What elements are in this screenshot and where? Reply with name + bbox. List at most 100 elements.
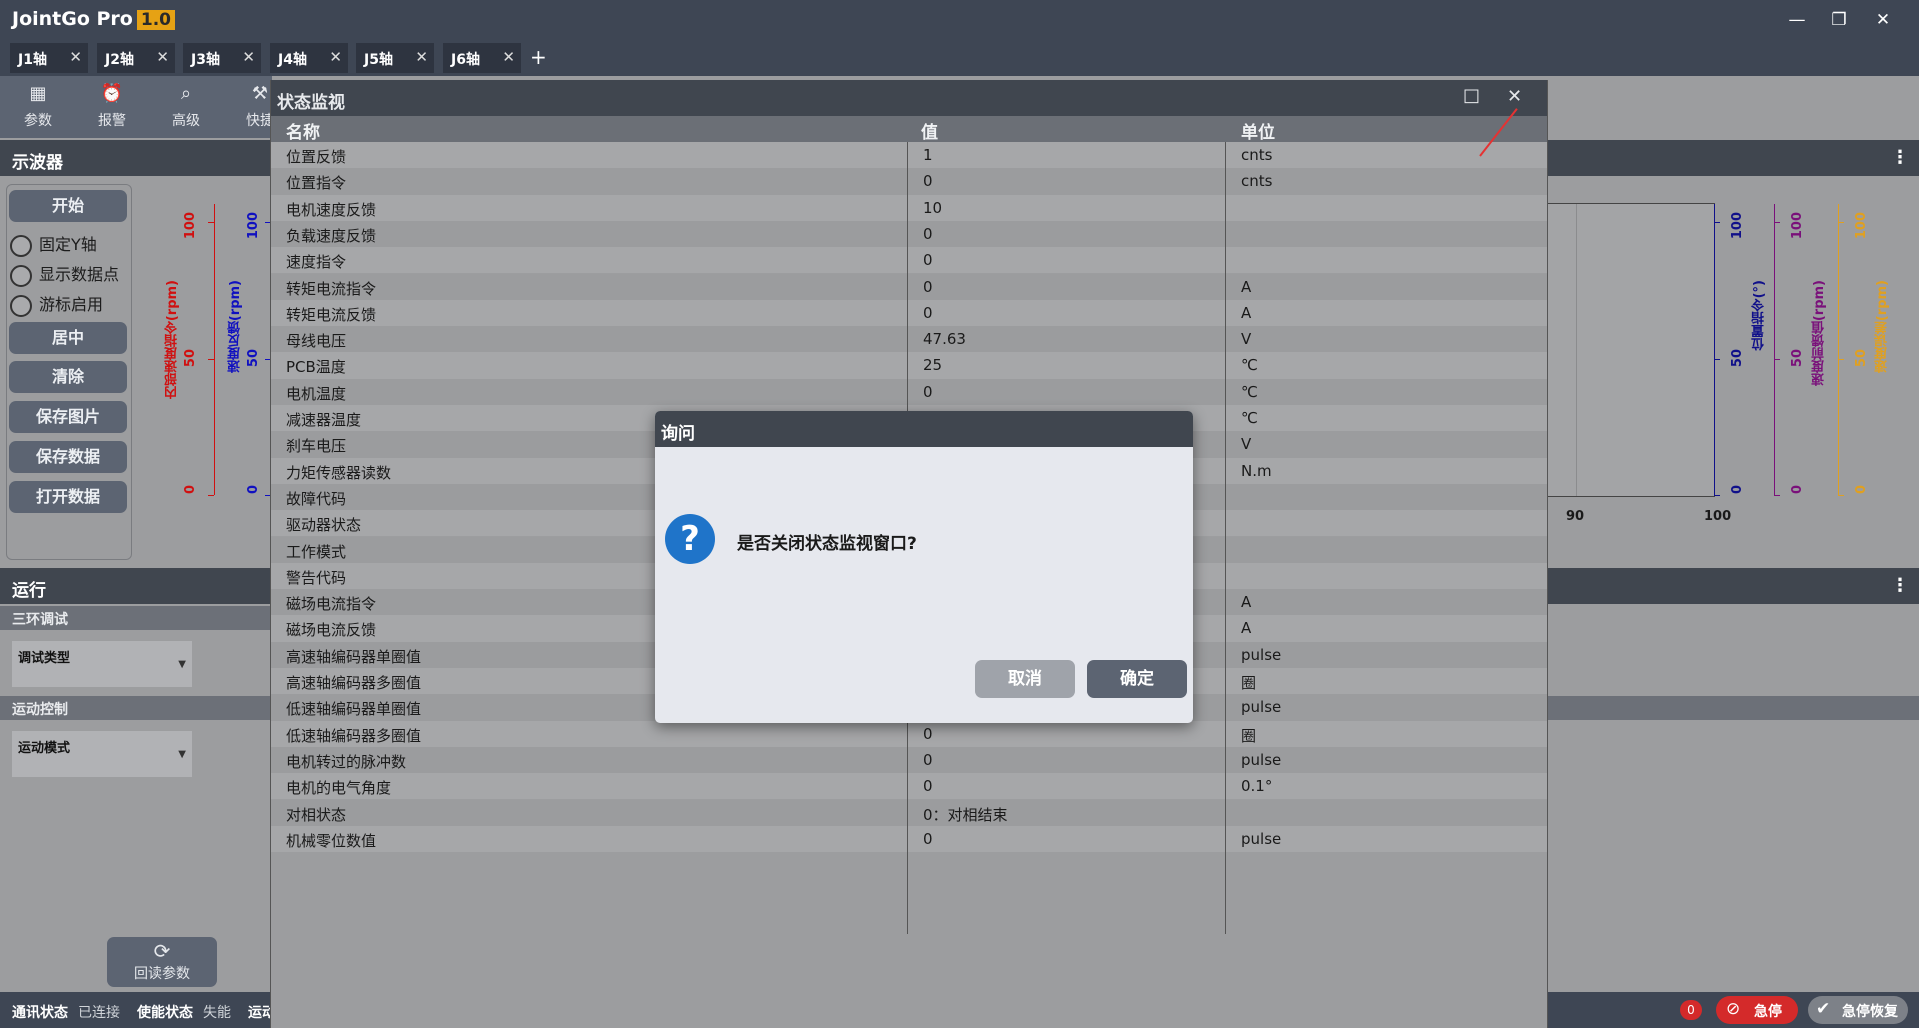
cancel-button[interactable]: 取消 bbox=[975, 660, 1075, 698]
row-unit: V bbox=[1241, 330, 1252, 349]
maximize-icon[interactable]: □ bbox=[1463, 85, 1480, 106]
debug-type-select[interactable]: 调试类型 ▼ bbox=[12, 641, 192, 687]
close-app-button[interactable]: ✕ bbox=[1866, 8, 1900, 32]
row-value: 10 bbox=[923, 198, 943, 217]
row-name: 磁场电流反馈 bbox=[286, 621, 377, 640]
refresh-icon: ⟳ bbox=[153, 939, 171, 963]
table-row[interactable]: 电机的电气角度 0 0.1° bbox=[271, 773, 1547, 800]
table-row[interactable]: 转矩电流指令 0 A bbox=[271, 273, 1547, 300]
fix-y-axis-checkbox[interactable]: 固定Y轴 bbox=[10, 231, 97, 257]
monitor-title: 状态监视 bbox=[277, 93, 345, 113]
add-tab-button[interactable]: + bbox=[530, 45, 547, 69]
show-points-checkbox[interactable]: 显示数据点 bbox=[10, 261, 119, 287]
axis-tick-label: 100 bbox=[183, 212, 198, 240]
x-tick-label: 90 bbox=[1566, 509, 1585, 524]
clear-button[interactable]: 清除 bbox=[9, 361, 127, 393]
row-name: 电机转过的脉冲数 bbox=[286, 752, 407, 771]
row-unit: 圈 bbox=[1241, 674, 1257, 692]
more-menu-icon[interactable]: ⋮ bbox=[1891, 147, 1909, 168]
minimize-button[interactable]: — bbox=[1780, 8, 1814, 32]
table-row[interactable]: 低速轴编码器多圈值 0 圈 bbox=[271, 720, 1547, 747]
table-row[interactable]: 位置指令 0 cnts bbox=[271, 168, 1547, 195]
fix-y-axis-label: 固定Y轴 bbox=[39, 235, 97, 254]
axis-tick bbox=[208, 222, 214, 223]
close-tab-icon[interactable]: ✕ bbox=[69, 48, 82, 66]
more-menu-icon[interactable]: ⋮ bbox=[1891, 575, 1909, 596]
axis-tab-bar: J1轴 ✕ J2轴 ✕ J3轴 ✕ J4轴 ✕ J5轴 ✕ J6轴 ✕ bbox=[0, 40, 1919, 76]
tab-label: J4轴 bbox=[278, 52, 307, 68]
row-unit: cnts bbox=[1241, 172, 1273, 191]
open-data-button[interactable]: 打开数据 bbox=[9, 481, 127, 513]
confirm-dialog: 询问 ? 是否关闭状态监视窗口? 取消 确定 bbox=[655, 411, 1193, 723]
axis-tick-label: 0 bbox=[1730, 485, 1745, 495]
table-row[interactable]: 负载速度反馈 0 bbox=[271, 220, 1547, 248]
motion-mode-select[interactable]: 运动模式 ▼ bbox=[12, 731, 192, 777]
toolbar-search-button[interactable]: ⌕ 高级 bbox=[152, 76, 220, 138]
table-row[interactable]: 电机转过的脉冲数 0 pulse bbox=[271, 746, 1547, 774]
tab-label: J1轴 bbox=[18, 52, 47, 68]
table-row[interactable]: 电机速度反馈 10 bbox=[271, 194, 1547, 221]
table-row[interactable]: 转矩电流反馈 0 A bbox=[271, 299, 1547, 327]
row-value: 1 bbox=[923, 146, 933, 164]
row-value: 0 bbox=[923, 224, 933, 243]
axis-tick bbox=[1714, 358, 1720, 360]
row-unit: V bbox=[1241, 435, 1252, 454]
save-image-button[interactable]: 保存图片 bbox=[9, 401, 127, 433]
row-name: PCB温度 bbox=[286, 358, 346, 377]
checkbox-icon bbox=[10, 264, 32, 287]
tab-3[interactable]: J3轴 ✕ bbox=[183, 43, 261, 73]
restore-button[interactable]: ❐ bbox=[1822, 8, 1856, 32]
row-unit: N.m bbox=[1241, 461, 1272, 480]
row-name: 减速器温度 bbox=[286, 411, 362, 429]
close-tab-icon[interactable]: ✕ bbox=[156, 48, 169, 66]
start-button[interactable]: 开始 bbox=[9, 190, 127, 222]
table-row[interactable]: PCB温度 25 ℃ bbox=[271, 352, 1547, 379]
tab-6[interactable]: J6轴 ✕ bbox=[443, 43, 521, 73]
tab-5[interactable]: J5轴 ✕ bbox=[356, 43, 434, 73]
app-title-text: JointGo Pro bbox=[12, 8, 133, 30]
save-data-button[interactable]: 保存数据 bbox=[9, 441, 127, 473]
estop-reset-button[interactable]: ✔ 急停恢复 bbox=[1808, 996, 1908, 1024]
row-name: 转矩电流指令 bbox=[286, 279, 377, 298]
cursor-label: 游标启用 bbox=[39, 295, 104, 314]
tab-2[interactable]: J2轴 ✕ bbox=[97, 43, 175, 73]
motion-header-right bbox=[1546, 696, 1919, 720]
close-tab-icon[interactable]: ✕ bbox=[415, 48, 428, 66]
alarm-count-badge: 0 bbox=[1680, 1000, 1702, 1020]
table-row[interactable]: 电机温度 0 ℃ bbox=[271, 378, 1547, 405]
tab-1[interactable]: J1轴 ✕ bbox=[10, 43, 88, 73]
speed-feedforward-axis-title: 速度前馈值(rpm) bbox=[1812, 280, 1827, 387]
internal-speed-cmd-axis-title: 内部速度指令(rpm) bbox=[165, 280, 180, 400]
cursor-checkbox[interactable]: 游标启用 bbox=[10, 291, 103, 317]
close-tab-icon[interactable]: ✕ bbox=[502, 48, 515, 66]
close-monitor-button[interactable]: ✕ bbox=[1507, 86, 1522, 107]
row-name: 速度指令 bbox=[286, 253, 347, 272]
row-name: 警告代码 bbox=[286, 568, 347, 587]
tab-label: J3轴 bbox=[191, 52, 220, 68]
table-row[interactable]: 机械零位数值 0 pulse bbox=[271, 825, 1547, 853]
internal-speed-cmd-axis-line bbox=[214, 204, 215, 495]
motion-mode-label: 运动模式 bbox=[18, 741, 71, 756]
readback-button[interactable]: ⟳ 回读参数 bbox=[107, 937, 217, 987]
table-row[interactable]: 对相状态 0：对相结束 bbox=[271, 799, 1547, 826]
dialog-title: 询问 bbox=[661, 424, 695, 444]
toolbar-grid-button[interactable]: ▦ 参数 bbox=[4, 76, 72, 138]
row-name: 驱动器状态 bbox=[286, 516, 362, 535]
row-name: 电机速度反馈 bbox=[286, 200, 377, 219]
table-row[interactable]: 位置反馈 1 cnts bbox=[271, 142, 1547, 169]
ok-button[interactable]: 确定 bbox=[1087, 660, 1187, 698]
row-value: 0 bbox=[923, 382, 933, 401]
toolbar-alarm-button[interactable]: ⏰ 报警 bbox=[78, 76, 146, 138]
table-row[interactable]: 母线电压 47.63 V bbox=[271, 326, 1547, 353]
close-tab-icon[interactable]: ✕ bbox=[242, 48, 255, 66]
row-name: 低速轴编码器多圈值 bbox=[286, 726, 422, 745]
close-tab-icon[interactable]: ✕ bbox=[329, 48, 342, 66]
row-unit: 圈 bbox=[1241, 726, 1257, 745]
estop-button[interactable]: ⊘ 急停 bbox=[1716, 996, 1798, 1024]
tab-label: J6轴 bbox=[451, 52, 480, 68]
axis-tick bbox=[1774, 495, 1780, 496]
checkbox-icon bbox=[10, 234, 32, 257]
tab-4[interactable]: J4轴 ✕ bbox=[270, 43, 348, 73]
table-row[interactable]: 速度指令 0 bbox=[271, 247, 1547, 274]
center-button[interactable]: 居中 bbox=[9, 322, 127, 354]
